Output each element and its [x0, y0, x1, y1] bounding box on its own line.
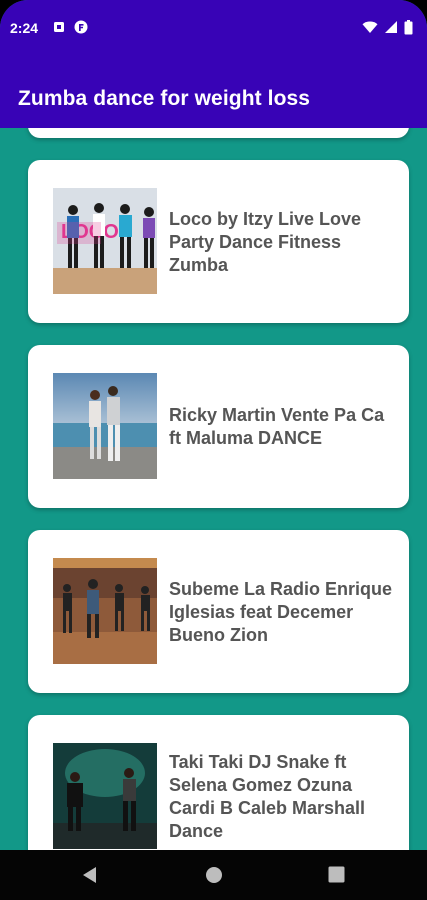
- video-thumbnail: [53, 743, 157, 849]
- app-title: Zumba dance for weight loss: [18, 87, 311, 110]
- video-thumbnail: LOCO: [53, 188, 157, 294]
- sim-card-icon: [54, 22, 64, 32]
- wifi-icon: [362, 21, 378, 33]
- app-screen: 2:24 Zumba dance for weight loss LOCO Lo…: [0, 0, 427, 900]
- status-indicators: [362, 18, 413, 36]
- video-card[interactable]: Subeme La Radio Enrique Iglesias feat De…: [28, 530, 409, 693]
- status-time: 2:24: [10, 20, 39, 36]
- signal-icon: [385, 21, 397, 33]
- back-icon[interactable]: [80, 865, 98, 885]
- video-title: Loco by Itzy Live Love Party Dance Fitne…: [169, 209, 362, 275]
- video-card[interactable]: Ricky Martin Vente Pa Ca ft Maluma DANCE: [28, 345, 409, 508]
- video-card[interactable]: LOCO Loco by Itzy Live Love Party Dance …: [28, 160, 409, 323]
- recents-icon[interactable]: [328, 866, 345, 883]
- video-list[interactable]: LOCO Loco by Itzy Live Love Party Dance …: [0, 128, 427, 850]
- video-thumbnail: [53, 373, 157, 479]
- app-notification-icon: [74, 20, 88, 34]
- status-bar: 2:24: [0, 0, 427, 52]
- video-card[interactable]: Taki Taki DJ Snake ft Selena Gomez Ozuna…: [28, 715, 409, 850]
- video-card-partial[interactable]: [28, 128, 409, 138]
- home-icon[interactable]: [205, 866, 223, 884]
- video-title: Ricky Martin Vente Pa Ca ft Maluma DANCE: [169, 405, 385, 448]
- video-title: Subeme La Radio Enrique Iglesias feat De…: [169, 579, 393, 645]
- app-bar: 2:24 Zumba dance for weight loss: [0, 0, 427, 128]
- system-nav-bar: [0, 850, 427, 900]
- video-title: Taki Taki DJ Snake ft Selena Gomez Ozuna…: [169, 752, 366, 841]
- battery-icon: [404, 19, 413, 34]
- video-thumbnail: [53, 558, 157, 664]
